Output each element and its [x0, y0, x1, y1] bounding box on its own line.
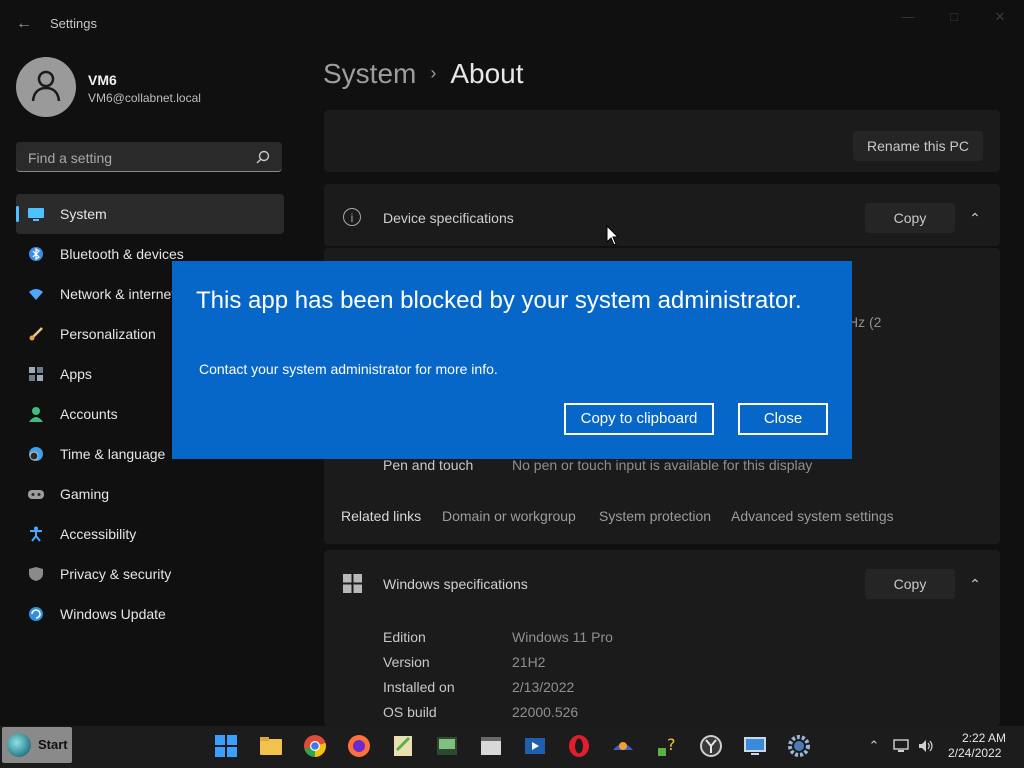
- help-icon[interactable]: ?: [655, 734, 679, 758]
- breadcrumb-separator: ›: [430, 63, 437, 83]
- dialog-close-button[interactable]: Close: [738, 403, 828, 435]
- maximize-button[interactable]: □: [932, 6, 976, 28]
- dialog-title: This app has been blocked by your system…: [196, 287, 802, 314]
- chevron-up-icon[interactable]: ⌃: [866, 738, 882, 754]
- minimize-button[interactable]: —: [886, 6, 930, 28]
- sidebar-item-system[interactable]: System: [16, 194, 284, 234]
- clock-date[interactable]: 2/24/2022: [948, 746, 1001, 760]
- spec-label: Version: [383, 654, 430, 670]
- chevron-up-icon[interactable]: ⌃: [968, 577, 982, 591]
- firefox-icon[interactable]: [347, 734, 371, 758]
- window-app-icon[interactable]: [479, 734, 503, 758]
- app-title: Settings: [50, 16, 97, 31]
- opera-icon[interactable]: [567, 734, 591, 758]
- link-domain-workgroup[interactable]: Domain or workgroup: [442, 508, 576, 524]
- console-icon[interactable]: [435, 734, 459, 758]
- page-title: About: [450, 58, 524, 89]
- taskbar: Start ? ⌃ 2:22 AM 2/24/2022: [0, 726, 1024, 768]
- breadcrumb: System › About: [323, 58, 524, 90]
- spec-label: Pen and touch: [383, 457, 474, 473]
- blocked-app-dialog: This app has been blocked by your system…: [172, 261, 852, 459]
- brush-icon: [29, 327, 43, 341]
- apps-icon: [29, 367, 43, 381]
- accessibility-icon: [30, 526, 42, 542]
- sidebar-item-label: Privacy & security: [60, 566, 172, 582]
- info-icon: i: [343, 208, 361, 226]
- spec-label: OS build: [383, 704, 437, 720]
- remote-desktop-icon[interactable]: [743, 734, 767, 758]
- spec-label: Installed on: [383, 679, 455, 695]
- windows-logo-icon: [343, 574, 362, 593]
- sidebar-item-label: Accessibility: [60, 526, 137, 542]
- sidebar-item-label: System: [60, 206, 107, 222]
- person-icon: [31, 70, 61, 102]
- user-name: VM6: [88, 72, 117, 88]
- mouse-cursor-icon: [606, 225, 620, 246]
- clock-app-icon[interactable]: [699, 734, 723, 758]
- spec-value: 2/13/2022: [512, 679, 575, 695]
- chevron-up-icon[interactable]: ⌃: [968, 211, 982, 225]
- search-box[interactable]: [16, 142, 282, 172]
- close-window-button[interactable]: ✕: [978, 6, 1022, 28]
- copy-device-specs-button[interactable]: Copy: [865, 203, 955, 233]
- media-player-icon[interactable]: [523, 734, 547, 758]
- link-system-protection[interactable]: System protection: [599, 508, 711, 524]
- spec-value: Windows 11 Pro: [512, 629, 613, 645]
- dialog-message: Contact your system administrator for mo…: [199, 361, 498, 377]
- account-icon: [29, 407, 43, 422]
- sidebar-item-label: Bluetooth & devices: [60, 246, 184, 262]
- sidebar-item-label: Gaming: [60, 486, 110, 502]
- sidebar-item-label: Personalization: [60, 326, 156, 342]
- app-icon[interactable]: [611, 734, 635, 758]
- title-bar: ← Settings — □ ✕: [0, 0, 1024, 46]
- clock-globe-icon: [29, 447, 43, 461]
- sidebar-item-accessibility[interactable]: Accessibility: [16, 514, 284, 554]
- settings-icon[interactable]: [787, 734, 811, 758]
- search-input[interactable]: [26, 148, 250, 168]
- monitor-icon: [28, 208, 44, 221]
- start-button[interactable]: Start: [2, 727, 72, 763]
- search-icon: [256, 150, 270, 164]
- spec-value: 21H2: [512, 654, 546, 670]
- copy-windows-specs-button[interactable]: Copy: [865, 569, 955, 599]
- sidebar-item-gaming[interactable]: Gaming: [16, 474, 284, 514]
- wifi-icon: [29, 289, 43, 300]
- user-email: VM6@collabnet.local: [88, 91, 201, 105]
- shield-icon: [29, 567, 43, 581]
- sidebar-item-label: Accounts: [60, 406, 118, 422]
- windows-logo-icon[interactable]: [214, 734, 238, 758]
- windows-specs-title: Windows specifications: [383, 576, 528, 592]
- rename-pc-button[interactable]: Rename this PC: [853, 131, 983, 161]
- sidebar-item-label: Time & language: [60, 446, 166, 462]
- clock-time[interactable]: 2:22 AM: [962, 731, 1006, 745]
- copy-to-clipboard-button[interactable]: Copy to clipboard: [564, 403, 714, 435]
- sidebar-item-label: Apps: [60, 366, 92, 382]
- sidebar-item-label: Windows Update: [60, 606, 166, 622]
- update-icon: [29, 607, 43, 621]
- sidebar-item-label: Network & internet: [60, 286, 176, 302]
- device-specs-title: Device specifications: [383, 210, 514, 226]
- chrome-icon[interactable]: [303, 734, 327, 758]
- file-explorer-icon[interactable]: [259, 734, 283, 758]
- start-orb-icon: [7, 733, 31, 757]
- bluetooth-icon: [29, 247, 43, 261]
- breadcrumb-system[interactable]: System: [323, 58, 416, 89]
- avatar[interactable]: [16, 57, 76, 117]
- spec-value: No pen or touch input is available for t…: [512, 457, 813, 473]
- link-advanced-system-settings[interactable]: Advanced system settings: [731, 508, 894, 524]
- svg-text:?: ?: [667, 735, 676, 754]
- back-arrow-icon[interactable]: ←: [14, 14, 34, 34]
- volume-icon[interactable]: [918, 738, 934, 754]
- spec-value: 22000.526: [512, 704, 579, 720]
- spec-label: Edition: [383, 629, 426, 645]
- sidebar-item-windows-update[interactable]: Windows Update: [16, 594, 284, 634]
- related-links-title: Related links: [341, 508, 422, 524]
- sidebar-item-privacy-security[interactable]: Privacy & security: [16, 554, 284, 594]
- start-label: Start: [38, 737, 68, 752]
- spec-value-partial: Hz (2: [848, 314, 882, 330]
- gamepad-icon: [28, 490, 44, 499]
- notepad-plus-icon[interactable]: [391, 734, 415, 758]
- network-icon[interactable]: [893, 738, 909, 754]
